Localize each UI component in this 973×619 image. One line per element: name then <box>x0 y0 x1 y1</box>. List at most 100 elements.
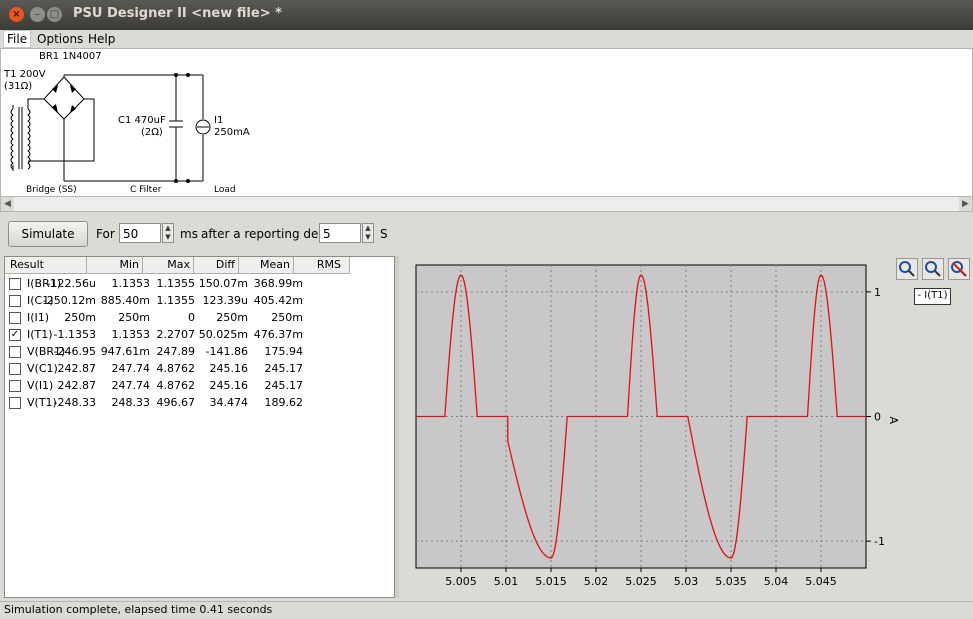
current-plot: 5.005 5.01 5.015 5.02 5.025 5.03 5.035 5.04 5.04… <box>415 264 900 588</box>
result-checkbox[interactable]: ✓ <box>9 329 21 341</box>
diff-value: 496.67 <box>156 396 196 409</box>
rms-value: 245.17 <box>264 379 304 392</box>
plot-panel: 5.005 5.01 5.015 5.02 5.025 5.03 5.035 5.04 5.04… <box>400 256 972 598</box>
section-filter-label: C Filter <box>130 185 162 195</box>
rms-value: 250m <box>271 311 303 324</box>
x-tick-label: 5.03 <box>674 575 699 588</box>
diff-value: 247.89 <box>156 345 196 358</box>
table-row[interactable]: V(I1) 242.87 247.74 4.8762 245.16 245.17 <box>5 377 350 394</box>
min-value: -122.56u <box>46 277 96 290</box>
bridge-label: BR1 1N4007 <box>39 51 102 62</box>
x-tick-label: 5.01 <box>494 575 519 588</box>
table-row[interactable]: I(BR1) -122.56u 1.1353 1.1355 150.07m 368.99m <box>5 275 350 292</box>
x-tick-label: 5.045 <box>805 575 837 588</box>
rms-value: 175.94 <box>264 345 304 358</box>
diff-value: 1.1355 <box>156 277 196 290</box>
col-result[interactable]: Result <box>5 257 87 273</box>
schematic-panel[interactable]: BR1 1N4007 T1 200V (31Ω) C1 470uF (2Ω) I… <box>0 48 973 198</box>
results-table: Result Min Max Diff Mean RMS I(BR1) -122.… <box>4 256 395 598</box>
mean-value: 150.07m <box>198 277 248 290</box>
close-button[interactable]: × <box>9 7 24 22</box>
mean-value: 245.16 <box>209 362 249 375</box>
x-tick-label: 5.005 <box>445 575 477 588</box>
duration-input[interactable]: 50 <box>119 223 161 243</box>
scroll-left-icon[interactable]: ◀ <box>1 197 14 211</box>
min-value: 242.87 <box>57 362 97 375</box>
result-checkbox[interactable] <box>9 346 21 358</box>
mean-value: 50.025m <box>198 328 248 341</box>
rms-value: 476.37m <box>253 328 303 341</box>
col-rms[interactable]: RMS <box>294 257 350 273</box>
maximize-button[interactable]: □ <box>47 7 62 22</box>
mean-value: 123.39u <box>202 294 248 307</box>
splitter[interactable] <box>395 256 399 598</box>
rms-value: 189.62 <box>264 396 304 409</box>
x-tick-label: 5.04 <box>764 575 789 588</box>
result-name: V(I1) <box>27 379 54 392</box>
result-checkbox[interactable] <box>9 278 21 290</box>
table-row[interactable]: V(T1) -248.33 248.33 496.67 34.474 189.62 <box>5 394 350 411</box>
result-checkbox[interactable] <box>9 380 21 392</box>
min-value: -250.12m <box>42 294 96 307</box>
menu-help[interactable]: Help <box>88 32 115 46</box>
transformer-resistance: (31Ω) <box>4 81 33 92</box>
result-checkbox[interactable] <box>9 397 21 409</box>
section-load-label: Load <box>214 185 236 195</box>
delay-input[interactable]: 5 <box>319 223 361 243</box>
result-checkbox[interactable] <box>9 295 21 307</box>
mean-value: 34.474 <box>209 396 249 409</box>
title-bar: × – □ PSU Designer II <new file> * <box>0 0 973 30</box>
window-title: PSU Designer II <new file> * <box>73 6 282 21</box>
result-name: I(T1) <box>27 328 53 341</box>
delay-stepper[interactable]: ▲ ▼ <box>362 223 374 243</box>
zoom-in-icon[interactable] <box>896 258 918 280</box>
load-label: I1 <box>214 115 224 126</box>
plot-legend: - I(T1) <box>914 288 951 305</box>
min-value: 242.87 <box>57 379 97 392</box>
x-tick-label: 5.015 <box>535 575 567 588</box>
menu-file[interactable]: File <box>3 30 32 48</box>
max-value: 885.40m <box>100 294 150 307</box>
col-min[interactable]: Min <box>87 257 143 273</box>
max-value: 1.1353 <box>111 328 151 341</box>
min-value: -1.1353 <box>53 328 96 341</box>
x-tick-label: 5.035 <box>715 575 747 588</box>
status-bar: Simulation complete, elapsed time 0.41 s… <box>0 601 973 619</box>
table-row[interactable]: ✓ I(T1) -1.1353 1.1353 2.2707 50.025m 476.37m <box>5 326 350 343</box>
zoom-fit-icon[interactable] <box>922 258 944 280</box>
diff-value: 1.1355 <box>156 294 196 307</box>
y-tick-label: -1 <box>874 535 885 548</box>
simulate-button[interactable]: Simulate <box>8 221 88 247</box>
minimize-button[interactable]: – <box>30 7 45 22</box>
diff-value: 4.8762 <box>156 379 196 392</box>
ms-label: ms <box>180 227 198 241</box>
result-name: I(I1) <box>27 311 50 324</box>
min-value: -248.33 <box>53 396 96 409</box>
zoom-out-icon[interactable] <box>948 258 970 280</box>
transformer-label: T1 200V <box>4 69 46 80</box>
max-value: 247.74 <box>111 362 151 375</box>
scroll-right-icon[interactable]: ▶ <box>959 197 972 211</box>
col-mean[interactable]: Mean <box>239 257 294 273</box>
max-value: 248.33 <box>111 396 151 409</box>
table-row[interactable]: I(I1) 250m 250m 0 250m 250m <box>5 309 350 326</box>
result-name: V(C1) <box>27 362 58 375</box>
col-max[interactable]: Max <box>143 257 194 273</box>
x-tick-label: 5.025 <box>625 575 657 588</box>
for-label: For <box>96 227 115 241</box>
result-checkbox[interactable] <box>9 312 21 324</box>
col-diff[interactable]: Diff <box>194 257 239 273</box>
schematic-scrollbar[interactable]: ◀ ▶ <box>0 196 973 212</box>
table-row[interactable]: I(C1) -250.12m 885.40m 1.1355 123.39u 405.42m <box>5 292 350 309</box>
table-row[interactable]: V(BR1) -246.95 947.61m 247.89 -141.86 175.94 <box>5 343 350 360</box>
mean-value: 250m <box>216 311 248 324</box>
menu-options[interactable]: Options <box>37 32 83 46</box>
table-row[interactable]: V(C1) 242.87 247.74 4.8762 245.16 245.17 <box>5 360 350 377</box>
result-checkbox[interactable] <box>9 363 21 375</box>
max-value: 947.61m <box>100 345 150 358</box>
table-header: Result Min Max Diff Mean RMS <box>5 257 350 274</box>
rms-value: 368.99m <box>253 277 303 290</box>
min-value: -246.95 <box>53 345 96 358</box>
duration-stepper[interactable]: ▲ ▼ <box>162 223 174 243</box>
max-value: 247.74 <box>111 379 151 392</box>
